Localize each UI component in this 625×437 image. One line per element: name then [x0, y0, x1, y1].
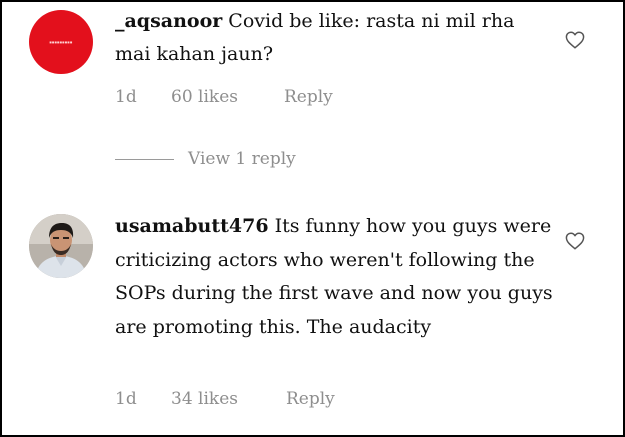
comment-item: ■■■■■■■■■ _aqsanoor Covid be like: rasta …	[2, 2, 623, 202]
profile-photo	[29, 214, 93, 278]
comment-body: usamabutt476 Its funny how you guys were …	[115, 210, 555, 344]
comment-username[interactable]: _aqsanoor	[115, 10, 222, 32]
comment-time: 1d	[115, 87, 137, 107]
comment-item: usamabutt476 Its funny how you guys were …	[2, 202, 623, 435]
comment-likes[interactable]: 60 likes	[171, 87, 284, 107]
heart-outline-icon[interactable]	[565, 232, 585, 250]
reply-button[interactable]: Reply	[284, 87, 333, 107]
avatar[interactable]: ■■■■■■■■■	[29, 10, 93, 74]
comment-likes[interactable]: 34 likes	[171, 389, 286, 409]
comment-meta: 1d 34 likes Reply	[115, 389, 335, 409]
comment-time: 1d	[115, 389, 137, 409]
avatar-logo: ■■■■■■■■■	[49, 40, 73, 44]
comments-panel: ■■■■■■■■■ _aqsanoor Covid be like: rasta …	[0, 0, 625, 437]
reply-button[interactable]: Reply	[286, 389, 335, 409]
divider-line	[115, 158, 174, 160]
avatar[interactable]	[29, 214, 93, 278]
comment-meta: 1d 60 likes Reply	[115, 87, 333, 107]
view-replies-label: View 1 reply	[188, 149, 296, 169]
heart-outline-icon[interactable]	[565, 31, 585, 49]
comment-username[interactable]: usamabutt476	[115, 215, 269, 237]
comment-body: _aqsanoor Covid be like: rasta ni mil rha…	[115, 5, 555, 71]
view-replies-button[interactable]: View 1 reply	[115, 149, 296, 169]
